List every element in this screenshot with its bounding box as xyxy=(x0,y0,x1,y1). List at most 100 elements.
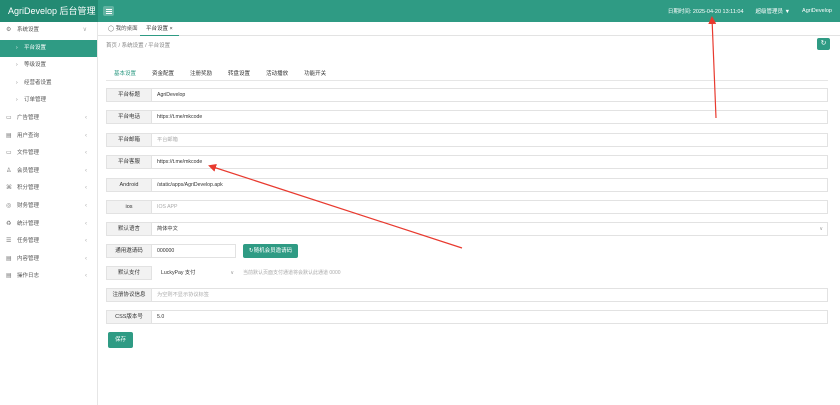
app-title: AgriDevelop 后台管理 xyxy=(0,0,98,22)
row-css-version: CSS版本号 5.0 xyxy=(106,310,828,324)
language-value: 简体中文 xyxy=(157,226,178,232)
row-service: 平台客服 https://t.me/mkcode xyxy=(106,155,828,169)
sidebar-item-icon: ▤ xyxy=(6,273,12,280)
sidebar-item[interactable]: ▤ 用户查询 ‹ xyxy=(0,128,97,146)
chevron-icon: ‹ xyxy=(85,273,87,280)
row-domain: 平台邮箱 平台邮箱 xyxy=(106,133,828,147)
sidebar-item-icon: ▭ xyxy=(6,114,12,121)
sidebar-item-label: 任务管理 xyxy=(17,238,40,245)
payment-value: LuckyPay 支付 xyxy=(161,270,196,276)
ios-input[interactable]: IOS APP xyxy=(152,200,828,214)
sidebar-item-icon: › xyxy=(16,44,18,51)
sidebar-item[interactable]: ▤ 操作日志 ‹ xyxy=(0,268,97,286)
refresh-icon[interactable]: ↻ xyxy=(817,38,830,50)
sidebar-item-icon: › xyxy=(16,79,18,86)
sidebar-item-label: 经营者设置 xyxy=(24,79,52,86)
sidebar-item-label: 积分管理 xyxy=(17,185,40,192)
sidebar-item-icon: ▤ xyxy=(6,132,12,139)
sidebar-item-label: 订单管理 xyxy=(24,97,47,104)
sidebar-item[interactable]: › 平台设置 xyxy=(0,39,97,58)
breadcrumb: 首页 / 系统设置 / 平台设置 xyxy=(106,43,171,49)
sidebar-item-icon: ⚙ xyxy=(6,27,12,33)
payment-select[interactable]: LuckyPay 支付 ∨ xyxy=(155,266,239,280)
sidebar-item-label: 广告管理 xyxy=(17,114,40,121)
ios-label: ios xyxy=(106,200,152,214)
phone-label: 平台电话 xyxy=(106,110,152,124)
invite-input[interactable]: 000000 xyxy=(152,244,236,258)
phone-input[interactable]: https://t.me/mkcode xyxy=(152,110,828,124)
row-phone: 平台电话 https://t.me/mkcode xyxy=(106,110,828,124)
site-name-label: 平台标题 xyxy=(106,88,152,102)
sidebar-item[interactable]: ☰ 任务管理 ‹ xyxy=(0,233,97,251)
row-language: 默认语言 简体中文 ∨ xyxy=(106,222,828,236)
domain-input[interactable]: 平台邮箱 xyxy=(152,133,828,147)
sidebar-item-label: 系统设置 xyxy=(17,27,40,33)
sidebar-item-icon: ◎ xyxy=(6,202,12,209)
site-name-input[interactable]: AgriDevelop xyxy=(152,88,828,102)
random-invite-button[interactable]: ↻随机会员邀请码 xyxy=(243,244,299,258)
sidebar-item-label: 用户查询 xyxy=(17,132,40,139)
chevron-icon: ‹ xyxy=(85,167,87,174)
sidebar-item[interactable]: ⚙ 系统设置 ∨ xyxy=(0,22,97,40)
chevron-icon: ‹ xyxy=(85,185,87,192)
chevron-icon: ‹ xyxy=(85,238,87,245)
chevron-icon: ‹ xyxy=(85,220,87,227)
css-version-label: CSS版本号 xyxy=(106,310,152,324)
language-select[interactable]: 简体中文 ∨ xyxy=(152,222,828,236)
sidebar-item-label: 平台设置 xyxy=(24,44,47,51)
sidebar-item-icon: › xyxy=(16,62,18,69)
sidebar-item[interactable]: › 经营者设置 xyxy=(0,75,97,93)
sidebar-item-icon: ▤ xyxy=(6,255,12,262)
subtabs-divider xyxy=(106,80,828,81)
sidebar-item-icon: ♻ xyxy=(6,220,12,227)
chevron-down-icon: ∨ xyxy=(230,270,234,276)
sidebar-item-label: 内容管理 xyxy=(17,255,40,262)
invite-label: 通用邀请码 xyxy=(106,244,152,258)
sidebar-item[interactable]: ♻ 统计管理 ‹ xyxy=(0,216,97,234)
sidebar-item-label: 财务管理 xyxy=(17,202,40,209)
chevron-icon: ‹ xyxy=(85,202,87,209)
menu-toggle-icon[interactable] xyxy=(103,6,114,16)
service-input[interactable]: https://t.me/mkcode xyxy=(152,155,828,169)
user-name[interactable]: AgriDevelop xyxy=(802,8,832,14)
chevron-icon: ‹ xyxy=(85,255,87,262)
payment-hint: 当前默认页面支付通道将会默认此通道 0000 xyxy=(243,270,341,276)
row-payment: 默认支付 LuckyPay 支付 ∨ 当前默认页面支付通道将会默认此通道 000… xyxy=(106,266,341,280)
tab-platform-settings[interactable]: 平台设置 × xyxy=(140,22,179,36)
chevron-down-icon: ∨ xyxy=(819,226,823,232)
payment-label: 默认支付 xyxy=(106,266,152,280)
sidebar-item-icon: › xyxy=(16,97,18,104)
sidebar-item[interactable]: › 订单管理 xyxy=(0,92,97,110)
sidebar-item[interactable]: ▭ 文件管理 ‹ xyxy=(0,145,97,163)
sidebar-item[interactable]: ▭ 广告管理 ‹ xyxy=(0,110,97,128)
android-label: Android xyxy=(106,178,152,192)
admin-dropdown[interactable]: 超级管理员 ▼ xyxy=(756,7,790,15)
sidebar-item-icon: ♙ xyxy=(6,167,12,174)
tab-bar: ◯ 我的桌面 平台设置 × xyxy=(98,22,840,36)
sidebar-item-icon: ⌘ xyxy=(6,185,12,192)
sidebar-item-icon: ☰ xyxy=(6,238,12,245)
tab-home[interactable]: ◯ 我的桌面 xyxy=(102,22,144,36)
sidebar-item[interactable]: ♙ 会员管理 ‹ xyxy=(0,163,97,181)
datetime-label: 日期时间: 2025-04-20 13:11:04 xyxy=(667,9,744,15)
chevron-icon: ‹ xyxy=(85,114,87,121)
reg-info-label: 注册协议信息 xyxy=(106,288,152,302)
top-right-info: 日期时间: 2025-04-20 13:11:04 超级管理员 ▼ AgriDe… xyxy=(668,0,832,22)
sidebar: ⚙ 系统设置 ∨ › 平台设置 › 等级设置 › 经营者设置 › 订单管理 ▭ 广告管理 ‹ ▤ 用户查询 ‹ ▭… xyxy=(0,22,98,405)
sidebar-item-label: 操作日志 xyxy=(17,273,40,280)
domain-label: 平台邮箱 xyxy=(106,133,152,147)
row-site-name: 平台标题 AgriDevelop xyxy=(106,88,828,102)
android-input[interactable]: /static/apps/AgriDevelop.apk xyxy=(152,178,828,192)
service-label: 平台客服 xyxy=(106,155,152,169)
row-ios: ios IOS APP xyxy=(106,200,828,214)
sidebar-item[interactable]: ▤ 内容管理 ‹ xyxy=(0,251,97,269)
sidebar-item[interactable]: › 等级设置 xyxy=(0,57,97,75)
sidebar-item[interactable]: ⌘ 积分管理 ‹ xyxy=(0,180,97,198)
settings-panel: 基本设置 资金配置 注册奖励 转盘设置 活动播放 功能开关 平台标题 AgriD… xyxy=(98,56,840,405)
save-button[interactable]: 保存 xyxy=(108,332,134,348)
sidebar-item[interactable]: ◎ 财务管理 ‹ xyxy=(0,198,97,216)
sidebar-item-label: 文件管理 xyxy=(17,150,40,157)
css-version-input[interactable]: 5.0 xyxy=(152,310,828,324)
chevron-icon: ∨ xyxy=(82,27,87,33)
reg-info-input[interactable]: 为空则不显示协议标签 xyxy=(152,288,828,302)
